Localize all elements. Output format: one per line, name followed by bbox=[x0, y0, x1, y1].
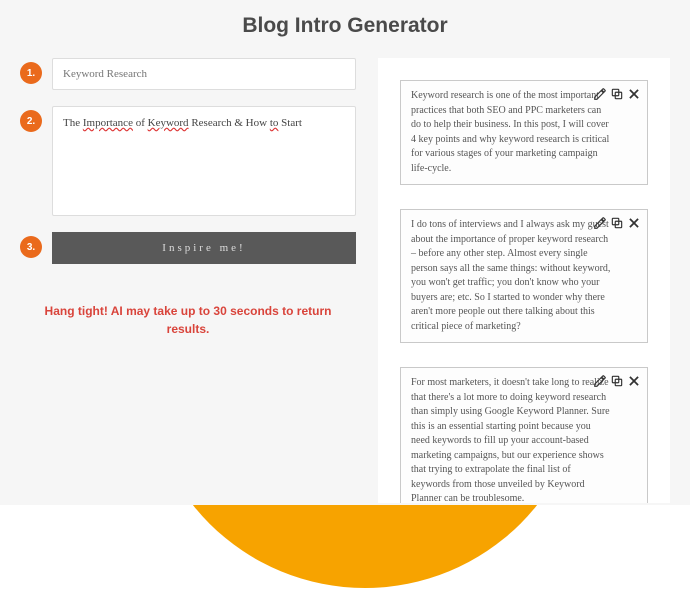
copy-icon[interactable] bbox=[610, 87, 624, 101]
edit-icon[interactable] bbox=[593, 87, 607, 101]
copy-icon[interactable] bbox=[610, 374, 624, 388]
results-column: Keyword research is one of the most impo… bbox=[378, 58, 670, 503]
app-panel: Blog Intro Generator 1. 2. The Importanc… bbox=[0, 0, 690, 505]
edit-icon[interactable] bbox=[593, 216, 607, 230]
result-card: For most marketers, it doesn't take long… bbox=[400, 367, 648, 503]
result-actions bbox=[593, 374, 641, 388]
topic-textarea[interactable]: The Importance of Keyword Research & How… bbox=[52, 106, 356, 216]
inspire-button[interactable]: Inspire me! bbox=[52, 232, 356, 264]
close-icon[interactable] bbox=[627, 87, 641, 101]
step-badge-2: 2. bbox=[20, 110, 42, 132]
close-icon[interactable] bbox=[627, 374, 641, 388]
close-icon[interactable] bbox=[627, 216, 641, 230]
keyword-input[interactable] bbox=[52, 58, 356, 90]
result-card: Keyword research is one of the most impo… bbox=[400, 80, 648, 185]
step-badge-1: 1. bbox=[20, 62, 42, 84]
result-text: For most marketers, it doesn't take long… bbox=[411, 376, 611, 503]
input-column: 1. 2. The Importance of Keyword Research… bbox=[20, 58, 356, 503]
page-title: Blog Intro Generator bbox=[0, 0, 690, 38]
result-text: I do tons of interviews and I always ask… bbox=[411, 218, 611, 334]
wait-note: Hang tight! AI may take up to 30 seconds… bbox=[20, 302, 356, 338]
copy-icon[interactable] bbox=[610, 216, 624, 230]
result-actions bbox=[593, 87, 641, 101]
result-card: I do tons of interviews and I always ask… bbox=[400, 209, 648, 343]
result-actions bbox=[593, 216, 641, 230]
edit-icon[interactable] bbox=[593, 374, 607, 388]
step-badge-3: 3. bbox=[20, 236, 42, 258]
result-text: Keyword research is one of the most impo… bbox=[411, 89, 611, 176]
